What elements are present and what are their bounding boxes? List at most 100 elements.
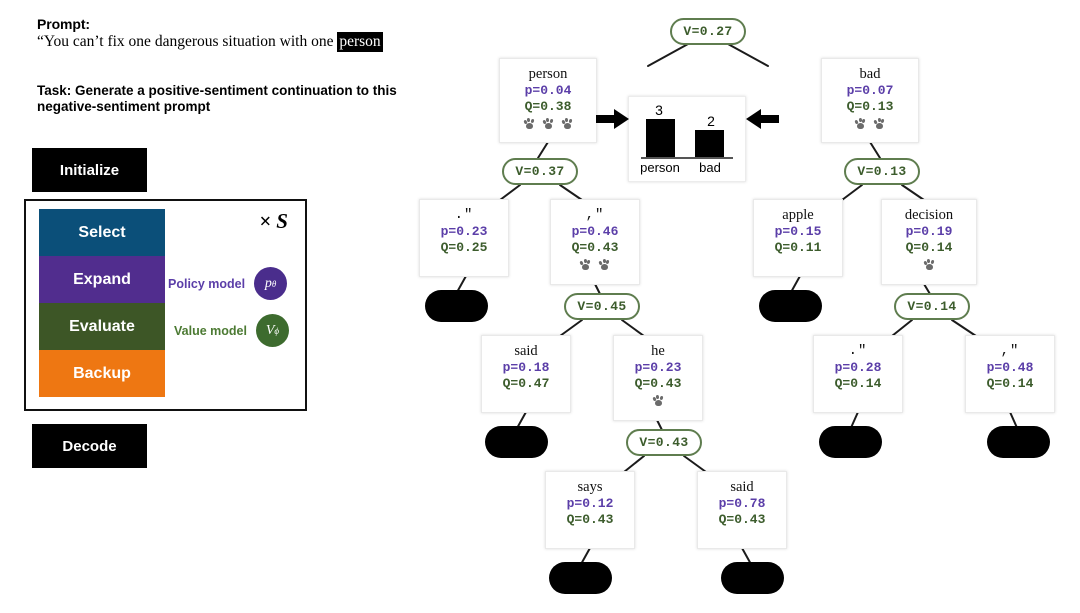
token-prior: p=0.19 (905, 224, 953, 239)
bar-chart-axis (641, 157, 733, 159)
prompt-text: “You can’t fix one dangerous situation w… (37, 32, 383, 52)
token-prior: p=0.15 (774, 224, 822, 239)
frontier-leaf (485, 426, 548, 458)
value-model-label: Value model (174, 323, 247, 338)
token-qvalue: Q=0.43 (566, 512, 614, 527)
value-node-he[interactable]: V=0.43 (626, 429, 702, 456)
token-label: person (528, 66, 568, 82)
policy-model-label: Policy model (168, 276, 246, 291)
token-node-decision[interactable]: decision p=0.19 Q=0.14 (881, 199, 977, 285)
token-node-said-2[interactable]: said p=0.78 Q=0.43 (697, 471, 787, 549)
left-panel: Prompt: “You can’t fix one dangerous sit… (0, 0, 420, 613)
frontier-leaf (759, 290, 822, 322)
figure-canvas: Prompt: “You can’t fix one dangerous sit… (0, 0, 1080, 613)
token-qvalue: Q=0.43 (718, 512, 766, 527)
token-prior: p=0.28 (834, 360, 882, 375)
token-prior: p=0.23 (440, 224, 488, 239)
token-prior: p=0.46 (571, 224, 619, 239)
value-model-icon: Vϕ (255, 314, 289, 347)
prompt-highlighted-token: person (337, 32, 383, 52)
token-node-person[interactable]: person p=0.04 Q=0.38 (499, 58, 597, 143)
token-label: ." (454, 207, 474, 223)
stage-evaluate-button[interactable]: Evaluate (39, 303, 165, 350)
token-label: he (651, 343, 665, 359)
token-label: ," (1000, 343, 1020, 359)
token-qvalue: Q=0.38 (524, 99, 572, 114)
token-node-comma-quote-1[interactable]: ," p=0.46 Q=0.43 (550, 199, 640, 285)
policy-subscript: θ (271, 278, 277, 289)
arrow-left-icon (746, 109, 779, 129)
token-label: bad (859, 66, 881, 82)
decode-step[interactable]: Decode (32, 424, 147, 468)
stage-backup-button[interactable]: Backup (39, 350, 165, 397)
policy-model-legend: Policy model pθ (168, 267, 288, 300)
visit-paw-icons (822, 116, 918, 131)
token-qvalue: Q=0.14 (986, 376, 1034, 391)
value-subscript: ϕ (274, 325, 280, 336)
token-prior: p=0.07 (846, 83, 894, 98)
bar-value-label: 2 (707, 113, 715, 129)
token-prior: p=0.12 (566, 496, 614, 511)
value-model-legend: Value model Vϕ (174, 314, 289, 347)
token-node-apple[interactable]: apple p=0.15 Q=0.11 (753, 199, 843, 277)
stage-select-button[interactable]: Select (39, 209, 165, 256)
paw-icon (873, 117, 886, 129)
paw-icon (541, 117, 554, 129)
token-node-dot-quote-2[interactable]: ." p=0.28 Q=0.14 (813, 335, 903, 413)
frontier-leaf (987, 426, 1050, 458)
frontier-leaf (549, 562, 612, 594)
paw-icon (579, 258, 592, 270)
policy-symbol: p (264, 275, 272, 291)
paw-icon (922, 258, 935, 270)
arrow-right-icon (596, 109, 629, 129)
token-prior: p=0.48 (986, 360, 1034, 375)
bar-chart-plot: 3 2 person bad (629, 97, 745, 181)
mcts-tree: V=0.27 V=0.37 V=0.13 V=0.45 V=0.14 V=0.4… (400, 0, 1080, 613)
token-node-dot-quote-1[interactable]: ." p=0.23 Q=0.25 (419, 199, 509, 277)
visit-count-bar-chart: 3 2 person bad (628, 96, 746, 182)
token-label: apple (782, 207, 814, 223)
stage-expand-button[interactable]: Expand (39, 256, 165, 303)
value-symbol: V (265, 322, 275, 338)
token-label: said (730, 479, 754, 495)
token-node-bad[interactable]: bad p=0.07 Q=0.13 (821, 58, 919, 143)
bar-value-label: 3 (655, 102, 663, 118)
token-qvalue: Q=0.43 (634, 376, 682, 391)
token-qvalue: Q=0.25 (440, 240, 488, 255)
token-prior: p=0.04 (524, 83, 572, 98)
token-label: says (577, 479, 603, 495)
frontier-leaf (721, 562, 784, 594)
value-node-root[interactable]: V=0.27 (670, 18, 746, 45)
prompt-label: Prompt: (37, 16, 90, 32)
token-prior: p=0.23 (634, 360, 682, 375)
token-label: ," (585, 207, 605, 223)
token-label: said (514, 343, 538, 359)
token-node-comma-quote-2[interactable]: ," p=0.48 Q=0.14 (965, 335, 1055, 413)
token-prior: p=0.78 (718, 496, 766, 511)
prompt-prefix: “You can’t fix one dangerous situation w… (37, 33, 338, 50)
token-qvalue: Q=0.47 (502, 376, 550, 391)
token-label: ." (848, 343, 868, 359)
token-node-says[interactable]: says p=0.12 Q=0.43 (545, 471, 635, 549)
token-node-said-1[interactable]: said p=0.18 Q=0.47 (481, 335, 571, 413)
loop-multiplier-label: × S (259, 209, 288, 233)
token-qvalue: Q=0.43 (571, 240, 619, 255)
paw-icon (651, 394, 664, 406)
bar-person (646, 119, 675, 157)
bar-category-label: person (640, 160, 680, 175)
value-node-person[interactable]: V=0.37 (502, 158, 578, 185)
frontier-leaf (425, 290, 488, 322)
visit-paw-icons (500, 116, 596, 131)
value-node-decision[interactable]: V=0.14 (894, 293, 970, 320)
visit-paw-icons (614, 393, 702, 408)
value-node-comma-quote[interactable]: V=0.45 (564, 293, 640, 320)
policy-model-icon: pθ (254, 267, 288, 300)
initialize-step[interactable]: Initialize (32, 148, 147, 192)
token-node-he[interactable]: he p=0.23 Q=0.43 (613, 335, 703, 421)
token-qvalue: Q=0.14 (905, 240, 953, 255)
visit-paw-icons (882, 257, 976, 272)
value-node-bad[interactable]: V=0.13 (844, 158, 920, 185)
token-qvalue: Q=0.11 (774, 240, 822, 255)
paw-icon (598, 258, 611, 270)
paw-icon (560, 117, 573, 129)
